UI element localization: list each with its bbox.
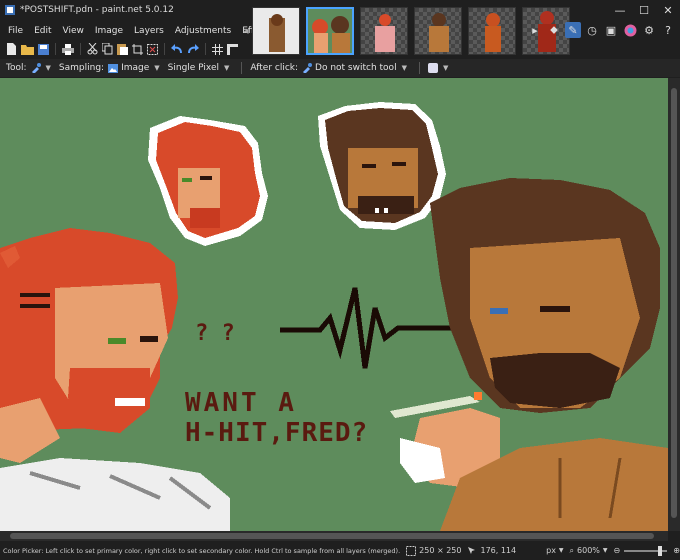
paste-icon[interactable] xyxy=(117,42,129,56)
zoom-value: 600% xyxy=(577,546,600,555)
window-tool-buttons: ▸ ⬥ ✎ ◷ ▣ ⚙ ? xyxy=(524,20,676,40)
zoom-slider-knob[interactable] xyxy=(658,545,663,556)
redo-icon[interactable] xyxy=(187,42,200,56)
menu-bar: File Edit View Image Layers Adjustments … xyxy=(0,22,279,40)
units-dropdown[interactable]: px ▼ xyxy=(546,546,563,555)
new-icon[interactable] xyxy=(6,42,17,56)
tool-selector[interactable]: ▼ xyxy=(31,63,51,73)
sampling-size-dropdown[interactable]: Single Pixel ▼ xyxy=(168,63,230,73)
chevron-down-icon: ▼ xyxy=(401,64,407,72)
strip-scroll-right-icon[interactable]: ▸ xyxy=(527,22,543,38)
sampling-size-value: Single Pixel xyxy=(167,63,220,73)
units-value: px xyxy=(546,546,556,555)
chevron-down-icon: ▼ xyxy=(45,64,51,72)
image-thumbnail-active[interactable]: ✸ xyxy=(306,7,354,55)
sampling-source-dropdown[interactable]: Image ▼ xyxy=(108,63,160,73)
chevron-down-icon: ▼ xyxy=(224,64,230,72)
help-icon[interactable]: ? xyxy=(660,22,676,38)
grid-icon[interactable] xyxy=(211,42,223,56)
color-picker-icon xyxy=(303,63,313,73)
image-icon xyxy=(108,63,119,73)
strip-scroll-left-icon[interactable]: ◂ xyxy=(240,26,252,37)
artwork: ? ? WANT A H-HIT,FRED? xyxy=(0,78,668,531)
menu-edit[interactable]: Edit xyxy=(29,22,57,40)
vertical-scrollbar[interactable] xyxy=(668,78,680,531)
menu-view[interactable]: View xyxy=(58,22,90,40)
open-icon[interactable] xyxy=(21,42,35,56)
tool-options-bar: Tool: ▼ Sampling: Image ▼ Single Pixel ▼ A… xyxy=(0,59,680,77)
copy-icon[interactable] xyxy=(101,42,113,56)
zoom-dropdown[interactable]: ⌕ 600% ▼ xyxy=(570,546,608,556)
deselect-icon[interactable] xyxy=(147,42,159,56)
sampling-source-value: Image xyxy=(121,63,150,73)
zoom-slider[interactable] xyxy=(624,545,668,556)
tools-window-icon[interactable]: ✎ xyxy=(565,22,581,38)
status-hint: Color Picker: Left click to set primary … xyxy=(3,546,401,555)
canvas[interactable]: ? ? WANT A H-HIT,FRED? xyxy=(0,78,668,531)
chevron-down-icon: ▼ xyxy=(558,547,564,554)
zoom-magnifier-icon: ⌕ xyxy=(569,545,575,555)
window-title: *POSTSHIFT.pdn - paint.net 5.0.12 xyxy=(20,5,174,15)
dialogue-line-2: H-HIT,FRED? xyxy=(185,418,368,448)
settings-gear-icon[interactable]: ⚙ xyxy=(641,22,657,38)
menu-file[interactable]: File xyxy=(0,22,29,40)
menu-adjustments[interactable]: Adjustments xyxy=(170,22,237,40)
cursor-position: 176, 114 xyxy=(467,546,516,556)
undo-icon[interactable] xyxy=(171,42,183,56)
ruler-icon[interactable] xyxy=(226,42,238,56)
maximize-icon[interactable]: ☐ xyxy=(632,0,656,20)
cursor-position-value: 176, 114 xyxy=(480,546,517,555)
window-controls: — ☐ ✕ xyxy=(608,0,680,20)
image-thumbnail[interactable] xyxy=(360,7,408,55)
horizontal-scrollbar[interactable] xyxy=(0,531,668,541)
image-thumbnail[interactable]: ✸ xyxy=(468,7,516,55)
main-toolbar xyxy=(0,40,240,58)
menu-image[interactable]: Image xyxy=(90,22,129,40)
blend-mode-icon xyxy=(427,63,438,73)
chevron-down-icon: ▼ xyxy=(442,64,449,72)
settings-small-icon[interactable]: ⬥ xyxy=(546,22,562,38)
minimize-icon[interactable]: — xyxy=(608,0,632,20)
paintnet-app-icon xyxy=(5,5,15,15)
chevron-down-icon: ▼ xyxy=(602,547,608,554)
selection-size-icon xyxy=(406,545,417,556)
print-icon[interactable] xyxy=(61,42,74,56)
selection-size: 250 × 250 xyxy=(406,545,462,556)
history-window-icon[interactable]: ◷ xyxy=(584,22,600,38)
cut-icon[interactable] xyxy=(87,42,98,56)
tool-label: Tool: xyxy=(6,63,27,73)
horizontal-scroll-thumb[interactable] xyxy=(10,533,654,539)
cursor-icon xyxy=(468,546,476,554)
after-click-dropdown[interactable]: Do not switch tool ▼ xyxy=(302,63,407,73)
selection-size-value: 250 × 250 xyxy=(419,546,462,555)
vertical-scroll-thumb[interactable] xyxy=(671,88,677,518)
after-click-label: After click: xyxy=(250,63,299,73)
image-thumbnail[interactable] xyxy=(414,7,462,55)
colors-window-icon[interactable] xyxy=(622,22,638,38)
dialogue-line-1: WANT A xyxy=(185,388,297,418)
color-picker-icon xyxy=(31,63,41,73)
layers-window-icon[interactable]: ▣ xyxy=(603,22,619,38)
chevron-down-icon: ▼ xyxy=(154,64,160,72)
blend-mode-dropdown[interactable]: ▼ xyxy=(427,63,449,73)
question-marks: ? ? xyxy=(195,321,235,346)
menu-layers[interactable]: Layers xyxy=(129,22,170,40)
save-icon[interactable] xyxy=(38,42,50,56)
zoom-in-icon[interactable]: ⊕ xyxy=(673,546,680,555)
status-bar: Color Picker: Left click to set primary … xyxy=(0,541,680,560)
after-click-value: Do not switch tool xyxy=(315,63,397,73)
image-thumbnail[interactable] xyxy=(252,7,300,55)
zoom-out-icon[interactable]: ⊖ xyxy=(614,546,621,555)
close-icon[interactable]: ✕ xyxy=(656,0,680,20)
sampling-label: Sampling: xyxy=(58,63,105,73)
crop-icon[interactable] xyxy=(132,42,144,56)
